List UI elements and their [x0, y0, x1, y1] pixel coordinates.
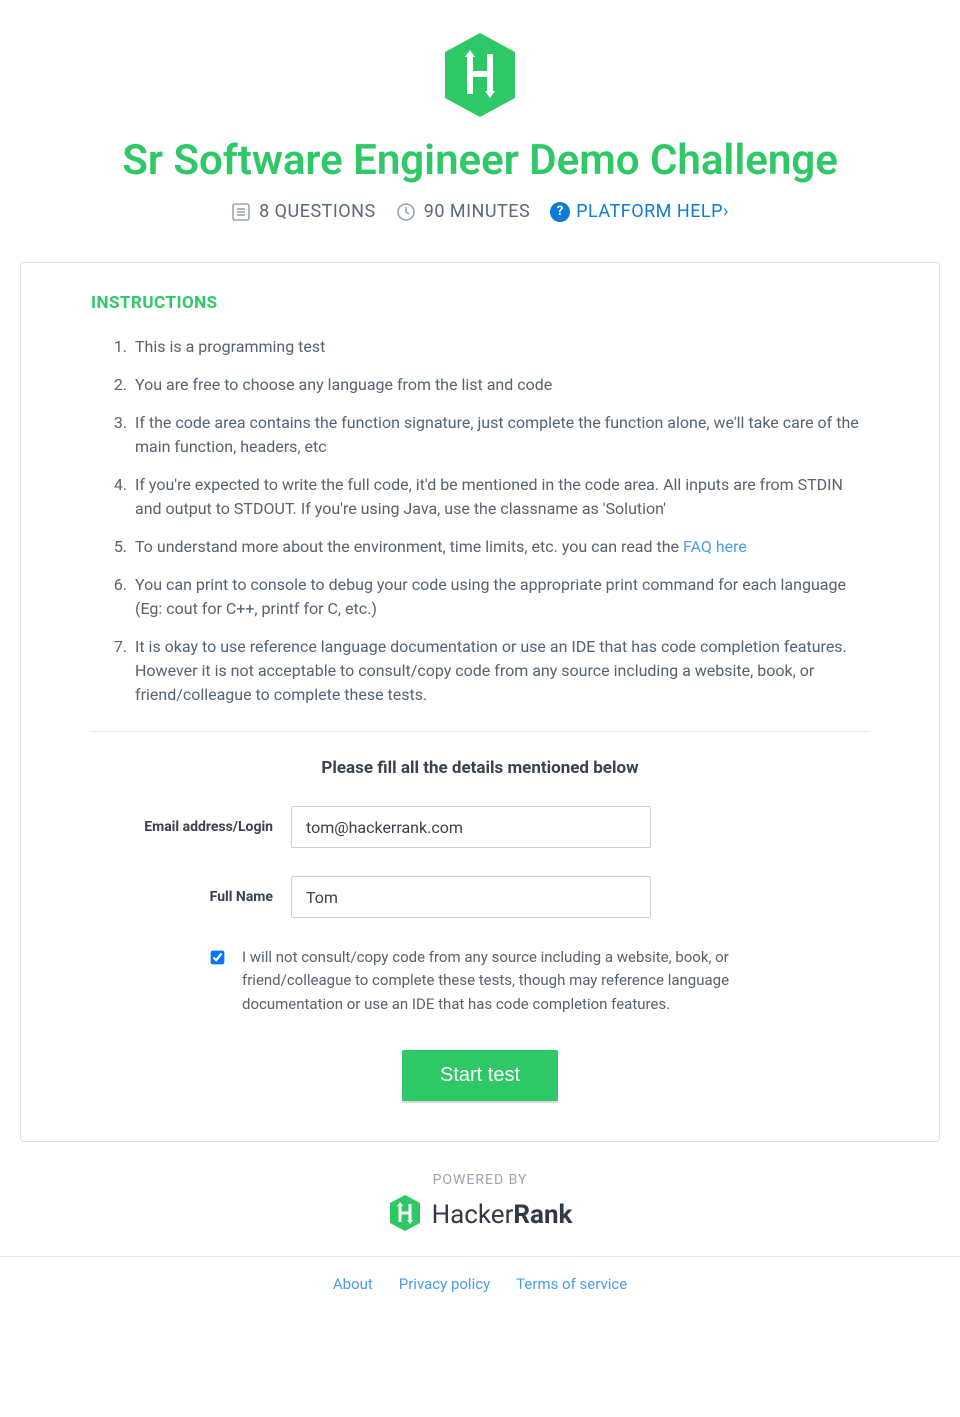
- fullname-label: Full Name: [91, 889, 291, 905]
- fullname-row: Full Name: [91, 876, 869, 918]
- list-icon: [231, 202, 251, 222]
- questions-count: 8 QUESTIONS: [231, 201, 376, 222]
- email-field[interactable]: [291, 806, 651, 848]
- hackerrank-small-logo-icon: [388, 1194, 422, 1236]
- help-icon: ?: [550, 202, 570, 222]
- email-label: Email address/Login: [91, 819, 291, 835]
- brand-plain: Hacker: [432, 1200, 514, 1230]
- footer: POWERED BY HackerRank About Privacy poli…: [0, 1172, 960, 1333]
- privacy-link[interactable]: Privacy policy: [399, 1275, 490, 1293]
- instructions-list: This is a programming test You are free …: [91, 335, 869, 707]
- instruction-item: If you're expected to write the full cod…: [131, 473, 869, 521]
- start-test-button[interactable]: Start test: [402, 1050, 558, 1101]
- form-heading: Please fill all the details mentioned be…: [91, 758, 869, 778]
- faq-link[interactable]: FAQ here: [683, 537, 747, 556]
- consent-text: I will not consult/copy code from any so…: [242, 946, 822, 1016]
- instruction-item: It is okay to use reference language doc…: [131, 635, 869, 707]
- header: Sr Software Engineer Demo Challenge 8 QU…: [0, 0, 960, 242]
- footer-links-wrap: About Privacy policy Terms of service: [0, 1256, 960, 1293]
- footer-links: About Privacy policy Terms of service: [0, 1275, 960, 1293]
- instruction-item: If the code area contains the function s…: [131, 411, 869, 459]
- challenge-meta: 8 QUESTIONS 90 MINUTES ? PLATFORM HELP›: [20, 201, 940, 222]
- brand-text: HackerRank: [432, 1200, 573, 1230]
- instructions-heading: INSTRUCTIONS: [91, 293, 869, 313]
- help-label: PLATFORM HELP›: [576, 201, 729, 222]
- about-link[interactable]: About: [333, 1275, 373, 1293]
- fullname-field[interactable]: [291, 876, 651, 918]
- brand-bold: Rank: [513, 1200, 572, 1230]
- consent-row: I will not consult/copy code from any so…: [91, 946, 869, 1016]
- instruction-item: You can print to console to debug your c…: [131, 573, 869, 621]
- hackerrank-brand: HackerRank: [388, 1194, 573, 1236]
- time-limit: 90 MINUTES: [396, 201, 530, 222]
- instruction-text: To understand more about the environment…: [135, 537, 683, 556]
- clock-icon: [396, 202, 416, 222]
- main-content-box: INSTRUCTIONS This is a programming test …: [20, 262, 940, 1142]
- consent-checkbox[interactable]: [211, 951, 225, 965]
- section-divider: [91, 731, 869, 732]
- time-label: 90 MINUTES: [424, 201, 530, 222]
- hackerrank-logo-icon: [20, 30, 940, 124]
- terms-link[interactable]: Terms of service: [516, 1275, 627, 1293]
- questions-label: 8 QUESTIONS: [259, 201, 376, 222]
- email-row: Email address/Login: [91, 806, 869, 848]
- instruction-item: To understand more about the environment…: [131, 535, 869, 559]
- platform-help-link[interactable]: ? PLATFORM HELP›: [550, 201, 729, 222]
- powered-by-label: POWERED BY: [0, 1172, 960, 1188]
- challenge-title: Sr Software Engineer Demo Challenge: [20, 136, 940, 185]
- instruction-item: You are free to choose any language from…: [131, 373, 869, 397]
- instruction-item: This is a programming test: [131, 335, 869, 359]
